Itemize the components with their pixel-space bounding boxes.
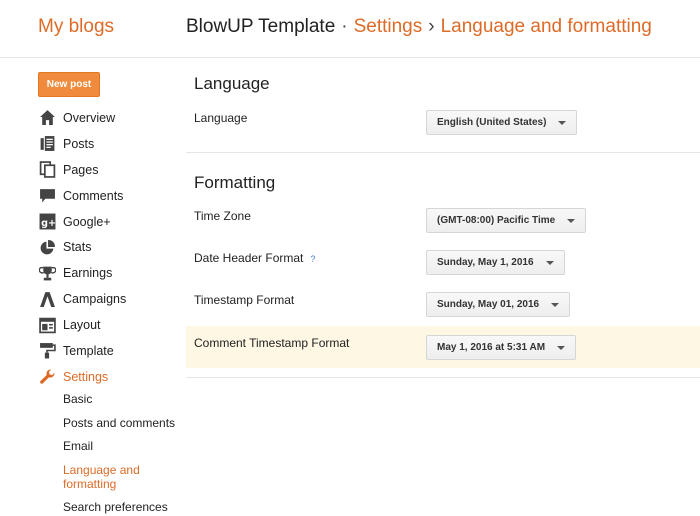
timestamp-select-value: Sunday, May 01, 2016: [437, 299, 540, 310]
comment-timestamp-select-value: May 1, 2016 at 5:31 AM: [437, 342, 546, 353]
sidebar-item-label: Comments: [63, 188, 124, 203]
wrench-icon: [38, 368, 56, 386]
sidebar-item-label: Posts: [63, 136, 95, 151]
breadcrumb: BlowUP Template · Settings › Language and fo…: [186, 16, 652, 38]
sidebar-item-label: Pages: [63, 162, 99, 177]
breadcrumb-settings-link[interactable]: Settings: [354, 16, 423, 37]
sidebar-item-label: Campaigns: [63, 292, 127, 307]
date-header-row: Date Header Format? Sunday, May 1, 2016: [186, 240, 700, 282]
breadcrumb-current-page[interactable]: Language and formatting: [441, 16, 652, 37]
language-row: Language English (United States): [186, 100, 700, 150]
language-section-title: Language: [194, 74, 270, 93]
time-zone-label: Time Zone: [194, 209, 251, 223]
sidebar-item-settings[interactable]: Settings: [38, 364, 178, 390]
time-zone-select-value: (GMT-08:00) Pacific Time: [437, 215, 556, 226]
date-header-select[interactable]: Sunday, May 1, 2016: [426, 250, 565, 275]
formatting-section-title: Formatting: [194, 173, 276, 192]
sidebar-item-layout[interactable]: Layout: [38, 312, 178, 338]
language-select-value: English (United States): [437, 117, 547, 128]
settings-main: Language Language English (United States…: [186, 58, 700, 516]
comments-icon: [38, 187, 56, 205]
breadcrumb-dot-separator: ·: [341, 16, 348, 37]
time-zone-row: Time Zone (GMT-08:00) Pacific Time: [186, 198, 700, 240]
sidebar-item-label: Layout: [63, 318, 101, 333]
language-select[interactable]: English (United States): [426, 110, 578, 135]
sidebar-item-pages[interactable]: Pages: [38, 157, 178, 183]
sidebar-item-label: Earnings: [63, 266, 113, 281]
breadcrumb-blog-name: BlowUP Template: [186, 16, 336, 37]
date-header-select-value: Sunday, May 1, 2016: [437, 257, 534, 268]
timestamp-row: Timestamp Format Sunday, May 01, 2016: [186, 282, 700, 326]
timestamp-label: Timestamp Format: [194, 293, 295, 307]
sidebar-item-label: Google+: [63, 214, 111, 229]
layout-icon: [38, 316, 56, 334]
subnav-search-preferences[interactable]: Search preferences: [63, 500, 183, 514]
time-zone-select[interactable]: (GMT-08:00) Pacific Time: [426, 208, 587, 233]
sidebar-item-label: Template: [63, 343, 114, 358]
sidebar-item-label: Stats: [63, 240, 92, 255]
sidebar-item-posts[interactable]: Posts: [38, 131, 178, 157]
new-post-button[interactable]: New post: [38, 72, 100, 97]
subnav-basic[interactable]: Basic: [63, 392, 183, 406]
help-icon[interactable]: ?: [310, 254, 315, 264]
google-plus-icon: g+: [38, 213, 56, 231]
sidebar-item-campaigns[interactable]: Campaigns: [38, 286, 178, 312]
subnav-language-and-formatting[interactable]: Language and formatting: [63, 463, 153, 491]
date-header-label-text: Date Header Format: [194, 251, 304, 265]
sidebar-item-label: Overview: [63, 110, 116, 125]
chevron-down-icon: [567, 218, 576, 223]
comment-timestamp-select[interactable]: May 1, 2016 at 5:31 AM: [426, 335, 577, 360]
timestamp-select[interactable]: Sunday, May 01, 2016: [426, 292, 571, 317]
top-header: My blogs BlowUP Template · Settings › Langua…: [0, 0, 700, 58]
chevron-down-icon: [551, 302, 560, 307]
subnav-email[interactable]: Email: [63, 439, 183, 453]
sidebar-item-overview[interactable]: Overview: [38, 105, 178, 131]
paint-roller-icon: [38, 342, 56, 360]
sidebar-item-stats[interactable]: Stats: [38, 234, 178, 260]
svg-text:g+: g+: [41, 218, 56, 229]
my-blogs-link[interactable]: My blogs: [38, 16, 114, 38]
section-divider: [186, 152, 700, 153]
sidebar-item-google-plus[interactable]: g+ Google+: [38, 209, 178, 235]
comment-timestamp-label: Comment Timestamp Format: [194, 336, 350, 350]
stats-icon: [38, 238, 56, 256]
chevron-down-icon: [545, 260, 554, 265]
chevron-down-icon: [557, 345, 566, 350]
chevron-down-icon: [558, 120, 567, 125]
campaigns-icon: [38, 290, 56, 308]
subnav-posts-and-comments[interactable]: Posts and comments: [63, 416, 183, 430]
sidebar-item-earnings[interactable]: Earnings: [38, 260, 178, 286]
sidebar-nav: Overview Posts Pages Comments g+ Google+…: [38, 105, 178, 390]
language-label: Language: [194, 111, 248, 125]
date-header-label: Date Header Format?: [194, 251, 315, 265]
sidebar-item-template[interactable]: Template: [38, 338, 178, 364]
home-icon: [38, 109, 56, 127]
trophy-icon: [38, 264, 56, 282]
sidebar-item-comments[interactable]: Comments: [38, 183, 178, 209]
posts-icon: [38, 135, 56, 153]
comment-timestamp-row: Comment Timestamp Format May 1, 2016 at …: [186, 326, 700, 368]
section-divider: [186, 377, 700, 378]
settings-subnav: Basic Posts and comments Email Language …: [63, 392, 183, 516]
breadcrumb-arrow-separator: ›: [428, 16, 435, 37]
pages-icon: [38, 161, 56, 179]
sidebar-item-label: Settings: [63, 369, 109, 384]
